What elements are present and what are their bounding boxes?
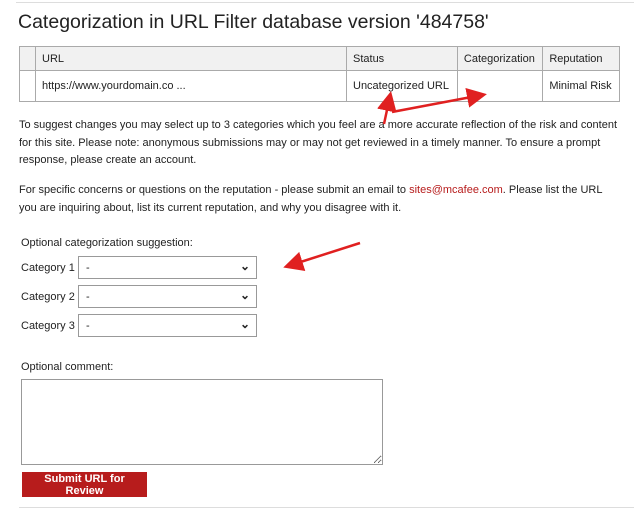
arrow-icon — [377, 91, 397, 125]
arrow-icon — [283, 241, 361, 271]
arrow-icon — [391, 87, 487, 114]
annotation-arrows — [283, 87, 487, 271]
